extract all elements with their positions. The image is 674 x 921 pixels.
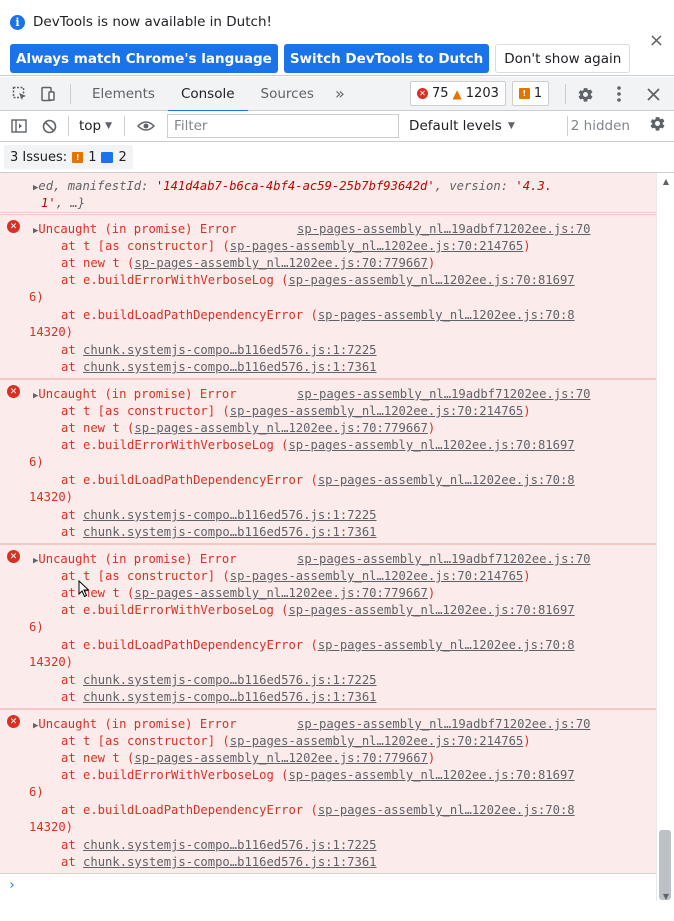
error-title: Uncaught (in promise) Error (38, 387, 237, 401)
console-scrollbar[interactable] (656, 173, 674, 901)
stack-link[interactable]: sp-pages-assembly_nl…1202ee.js:70:214765 (230, 239, 524, 253)
log-levels-dropdown[interactable]: Default levels ▼ (409, 118, 515, 134)
console-error-message[interactable]: ✕ ▶Uncaught (in promise) Error at t [as co… (0, 214, 656, 379)
stack-link[interactable]: sp-pages-assembly_nl…1202ee.js:70:779667 (134, 586, 428, 600)
stack-link[interactable]: sp-pages-assembly_nl…1202ee.js:70:779667 (134, 256, 428, 270)
issues-bar: 3 Issues: ! 1 2 (0, 142, 674, 173)
console-messages: ▶ed, manifestId: '141d4ab7-b6ca-4bf4-ac5… (0, 173, 656, 903)
stack-link[interactable]: chunk.systemjs-compo…b116ed576.js:1:7361 (83, 690, 377, 704)
issue-count: 1 (533, 86, 543, 101)
error-count: 75 (432, 86, 449, 101)
warning-issue-icon: ! (72, 151, 84, 163)
tab-elements[interactable]: Elements (79, 77, 168, 111)
chevron-down-icon: ▼ (507, 121, 515, 131)
scrollbar-thumb[interactable] (659, 830, 671, 900)
tab-sources[interactable]: Sources (248, 77, 327, 111)
warning-icon: ▲ (452, 86, 462, 101)
stack-link[interactable]: sp-pages-assembly_nl…1202ee.js:70:81697 (288, 273, 574, 287)
stack-link[interactable]: sp-pages-assembly_nl…1202ee.js:70:8 (318, 308, 575, 322)
info-issue-icon (101, 151, 114, 163)
issues-counter[interactable]: ! 1 (511, 81, 550, 106)
scroll-down-arrow-icon[interactable]: ▼ (663, 892, 669, 901)
stack-link[interactable]: chunk.systemjs-compo…b116ed576.js:1:7361 (83, 525, 377, 539)
mouse-cursor-icon (78, 579, 90, 602)
always-match-language-button[interactable]: Always match Chrome's language (10, 44, 278, 73)
issues-button[interactable]: 3 Issues: ! 1 2 (4, 145, 133, 169)
console-prompt[interactable]: › (8, 878, 16, 893)
source-link[interactable]: sp-pages-assembly_nl…19adbf71202ee.js:70 (297, 552, 591, 566)
inspect-element-icon[interactable] (6, 77, 34, 111)
error-icon: ✕ (417, 88, 428, 99)
context-value: top (79, 118, 102, 134)
error-icon: ✕ (7, 715, 20, 728)
stack-link[interactable]: chunk.systemjs-compo…b116ed576.js:1:7225 (83, 838, 377, 852)
error-icon: ✕ (7, 220, 20, 233)
stack-link[interactable]: sp-pages-assembly_nl…1202ee.js:70:81697 (288, 603, 574, 617)
stack-link[interactable]: sp-pages-assembly_nl…1202ee.js:70:214765 (230, 569, 524, 583)
language-notification-bar: i DevTools is now available in Dutch! Al… (0, 0, 674, 76)
stack-link[interactable]: chunk.systemjs-compo…b116ed576.js:1:7225 (83, 343, 377, 357)
stack-link[interactable]: chunk.systemjs-compo…b116ed576.js:1:7225 (83, 508, 377, 522)
stack-link[interactable]: sp-pages-assembly_nl…1202ee.js:70:779667 (134, 751, 428, 765)
scroll-up-arrow-icon[interactable]: ▲ (663, 177, 669, 186)
stack-link[interactable]: chunk.systemjs-compo…b116ed576.js:1:7361 (83, 855, 377, 869)
stack-link[interactable]: sp-pages-assembly_nl…1202ee.js:70:214765 (230, 404, 524, 418)
clear-console-icon[interactable] (34, 111, 64, 141)
log-levels-label: Default levels (409, 118, 502, 134)
switch-to-dutch-button[interactable]: Switch DevTools to Dutch (283, 44, 490, 73)
error-icon: ✕ (7, 550, 20, 563)
filter-input[interactable]: Filter (167, 114, 400, 138)
error-title: Uncaught (in promise) Error (38, 222, 237, 236)
error-title: Uncaught (in promise) Error (38, 552, 237, 566)
sidebar-toggle-icon[interactable] (4, 111, 34, 141)
console-error-message[interactable]: ✕ ▶Uncaught (in promise) Error at t [as co… (0, 544, 656, 709)
warning-count: 1203 (465, 86, 499, 101)
warning-issue-count: 1 (88, 149, 97, 165)
live-expression-eye-icon[interactable] (131, 111, 161, 141)
error-icon: ✕ (7, 385, 20, 398)
context-selector[interactable]: top ▼ (73, 118, 118, 134)
stack-link[interactable]: sp-pages-assembly_nl…1202ee.js:70:779667 (134, 421, 428, 435)
stack-link[interactable]: sp-pages-assembly_nl…1202ee.js:70:8 (318, 803, 575, 817)
source-link[interactable]: sp-pages-assembly_nl…19adbf71202ee.js:70 (297, 222, 591, 236)
info-icon: i (10, 14, 25, 30)
tab-console[interactable]: Console (167, 77, 248, 112)
info-issue-count: 2 (118, 149, 127, 165)
dont-show-again-button[interactable]: Don't show again (495, 44, 631, 73)
settings-gear-icon[interactable] (568, 77, 602, 111)
notification-text: DevTools is now available in Dutch! (33, 14, 272, 30)
issues-label: 3 Issues: (10, 149, 68, 165)
close-icon[interactable]: × (649, 30, 664, 51)
error-title: Uncaught (in promise) Error (38, 717, 237, 731)
errors-warnings-counter[interactable]: ✕ 75 ▲ 1203 (410, 81, 506, 106)
stack-link[interactable]: sp-pages-assembly_nl…1202ee.js:70:81697 (288, 768, 574, 782)
source-link[interactable]: sp-pages-assembly_nl…19adbf71202ee.js:70 (297, 387, 591, 401)
devtools-tab-bar: Elements Console Sources » ✕ 75 ▲ 1203 !… (0, 77, 674, 112)
issue-icon: ! (518, 88, 530, 99)
stack-link[interactable]: sp-pages-assembly_nl…1202ee.js:70:8 (318, 473, 575, 487)
stack-link[interactable]: sp-pages-assembly_nl…1202ee.js:70:8 (318, 638, 575, 652)
chevron-down-icon: ▼ (105, 121, 113, 131)
stack-link[interactable]: chunk.systemjs-compo…b116ed576.js:1:7361 (83, 360, 377, 374)
close-devtools-icon[interactable] (636, 77, 670, 111)
stack-link[interactable]: sp-pages-assembly_nl…1202ee.js:70:81697 (288, 438, 574, 452)
more-tabs-icon[interactable]: » (327, 84, 353, 103)
console-error-message[interactable]: ✕ ▶Uncaught (in promise) Error at t [as co… (0, 379, 656, 544)
stack-link[interactable]: chunk.systemjs-compo…b116ed576.js:1:7225 (83, 673, 377, 687)
more-options-icon[interactable] (602, 77, 636, 111)
console-toolbar: top ▼ Filter Default levels ▼ 2 hidden (0, 111, 674, 142)
console-message-partial[interactable]: ▶ed, manifestId: '141d4ab7-b6ca-4bf4-ac5… (0, 173, 656, 213)
console-error-message[interactable]: ✕ ▶Uncaught (in promise) Error at t [as co… (0, 709, 656, 874)
device-toolbar-icon[interactable] (34, 77, 62, 111)
console-settings-icon[interactable] (649, 115, 666, 136)
hidden-count: 2 hidden (570, 118, 630, 134)
source-link[interactable]: sp-pages-assembly_nl…19adbf71202ee.js:70 (297, 717, 591, 731)
stack-link[interactable]: sp-pages-assembly_nl…1202ee.js:70:214765 (230, 734, 524, 748)
